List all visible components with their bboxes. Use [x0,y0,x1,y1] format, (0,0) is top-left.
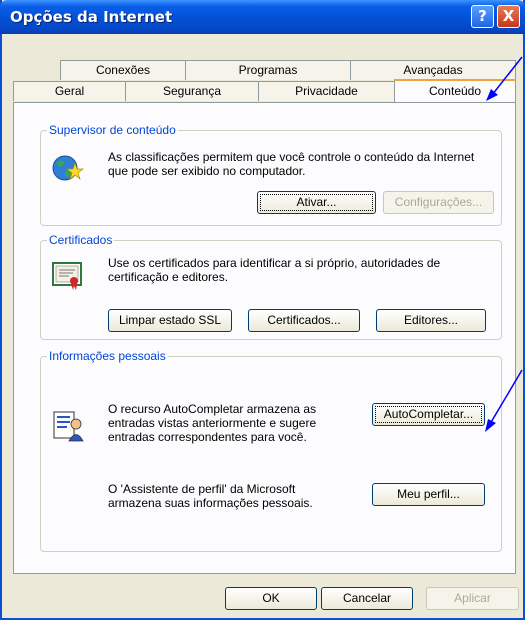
title-bar[interactable]: Opções da Internet ? X [0,0,525,34]
clear-ssl-button[interactable]: Limpar estado SSL [108,309,232,332]
tab-general[interactable]: Geral [13,81,126,101]
help-button[interactable]: ? [471,5,494,28]
content-advisor-group: Supervisor de conteúdo As classificações… [40,123,502,226]
settings-button[interactable]: Configurações... [383,191,494,214]
close-button[interactable]: X [497,5,520,28]
tab-connections[interactable]: Conexões [60,60,186,80]
annotation-arrow-autocomplete [485,369,523,432]
ok-button[interactable]: OK [225,587,317,610]
personal-info-title: Informações pessoais [47,349,168,363]
cancel-button[interactable]: Cancelar [321,587,413,610]
content-tab-panel: Supervisor de conteúdo As classificações… [13,102,516,574]
apply-button[interactable]: Aplicar [426,587,519,610]
tab-security[interactable]: Segurança [125,81,259,101]
autocomplete-description: O recurso AutoCompletar armazena as entr… [108,402,317,444]
window-title: Opções da Internet [10,8,173,26]
certificate-icon [52,262,82,290]
annotation-arrow-content-tab [486,56,523,101]
personal-info-group: Informações pessoais O recurso AutoCompl… [40,349,502,552]
tab-privacy[interactable]: Privacidade [258,81,395,101]
profile-description: O 'Assistente de perfil' da Microsoft ar… [108,482,313,510]
my-profile-button[interactable]: Meu perfil... [372,483,485,506]
certificates-description: Use os certificados para identificar a s… [108,256,441,284]
certificates-group: Certificados Use os certificados para id… [40,233,502,340]
globe-star-icon [52,155,84,181]
enable-button[interactable]: Ativar... [257,191,376,214]
autocomplete-icon [53,411,84,442]
publishers-button[interactable]: Editores... [376,309,486,332]
autocomplete-button[interactable]: AutoCompletar... [372,403,485,426]
content-advisor-title: Supervisor de conteúdo [47,123,178,137]
certificates-title: Certificados [47,233,115,247]
certificates-button[interactable]: Certificados... [248,309,360,332]
internet-options-window: Opções da Internet ? X Conexões Programa… [0,0,525,620]
content-advisor-description: As classificações permitem que você cont… [108,150,475,178]
tab-programs[interactable]: Programas [185,60,351,80]
